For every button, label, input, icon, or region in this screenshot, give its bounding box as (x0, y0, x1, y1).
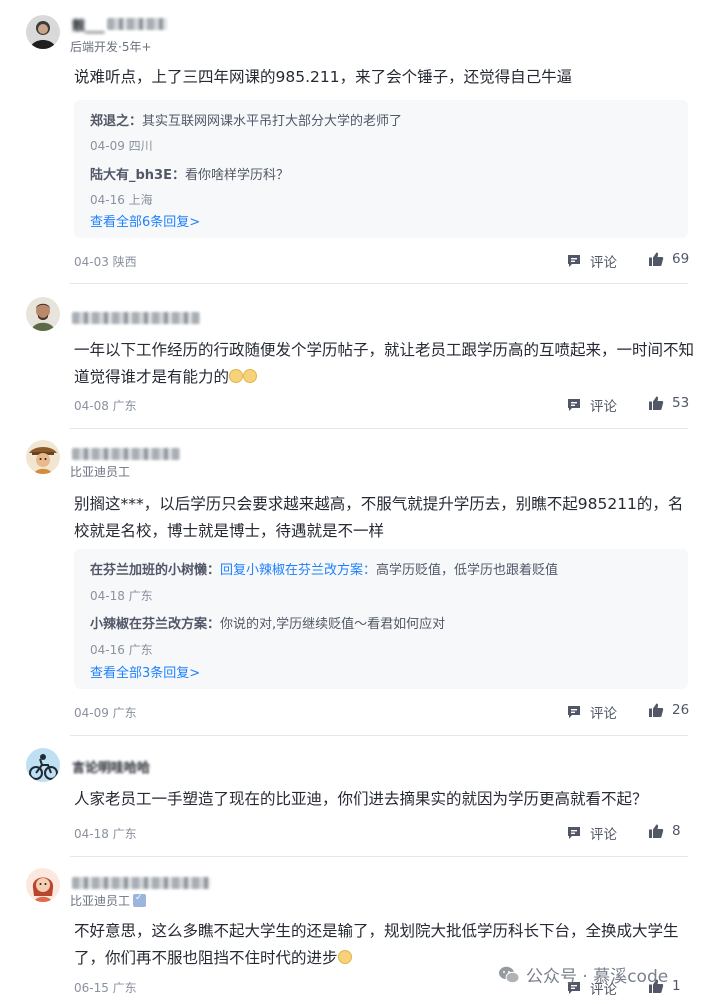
comment-button[interactable]: 评论 (566, 702, 617, 722)
reply-text: 高学历贬值，低学历也跟着贬值 (376, 563, 559, 578)
comment-button[interactable]: 评论 (566, 251, 617, 271)
author-meta: 后端开发·5年+ (70, 40, 152, 54)
username[interactable]: 言论明哇哈哈 (72, 759, 151, 776)
reply-item: 陆大有_bh3E：看你啥样学历科？ (90, 164, 289, 183)
reply-meta: 04-09 四川 (90, 139, 153, 153)
username[interactable] (72, 876, 210, 890)
username-blur (72, 312, 200, 324)
reply-to-link[interactable]: 回复小辣椒在芬兰改方案： (220, 563, 376, 578)
like-button[interactable]: 69 (648, 251, 689, 267)
divider (70, 856, 688, 857)
reply-item: 小辣椒在芬兰改方案：你说的对,学历继续贬值～看君如何应对 (90, 613, 445, 632)
reply-author[interactable]: 在芬兰加班的小树懒： (90, 563, 220, 578)
author-meta-text: 比亚迪员工 (70, 894, 131, 908)
author-meta: 比亚迪员工 (70, 465, 131, 479)
like-button[interactable]: 8 (648, 823, 681, 839)
username-blur (72, 448, 180, 460)
avatar[interactable] (26, 868, 60, 902)
comment-text: 别搁这***，以后学历只会要求越来越高，不服气就提升学历去，别瞧不起985211… (74, 495, 684, 540)
comment-date-location: 04-03 陕西 (74, 255, 137, 269)
like-count: 26 (672, 702, 690, 718)
comment-label: 评论 (590, 827, 617, 843)
like-count: 8 (672, 823, 681, 839)
comment-icon (568, 255, 580, 267)
thumbs-up-icon (649, 824, 664, 838)
like-button[interactable]: 53 (648, 395, 689, 411)
reply-text: 看你啥样学历科？ (185, 168, 290, 183)
comment-text: 说难听点，上了三四年网课的985.211，来了会个锤子，还觉得自己牛逼 (74, 68, 573, 86)
like-count: 1 (672, 978, 681, 994)
comment-label: 评论 (590, 255, 617, 271)
username-blur (72, 877, 210, 889)
comment-text: 一年以下工作经历的行政随便发个学历帖子，就让老员工跟学历高的互喷起来，一时间不知… (74, 337, 694, 391)
view-all-replies-link[interactable]: 查看全部3条回复> (90, 662, 200, 681)
comment-text: 人家老员工一手塑造了现在的比亚迪，你们进去摘果实的就因为学历更高就看不起？ (74, 790, 648, 808)
avatar[interactable] (26, 440, 60, 474)
reply-author[interactable]: 小辣椒在芬兰改方案： (90, 617, 220, 632)
username[interactable]: 靓___ (72, 17, 167, 34)
comment-date-location: 04-18 广东 (74, 827, 137, 841)
emoji-icon (243, 369, 258, 383)
comment-date-location: 06-15 广东 (74, 981, 137, 995)
comment-date-location: 04-09 广东 (74, 706, 137, 720)
thumbs-up-icon (649, 396, 664, 410)
reply-box: 郑退之：其实互联网网课水平吊打大部分大学的老师了 04-09 四川 陆大有_bh… (74, 100, 688, 238)
emoji-icon (337, 950, 352, 964)
reply-author[interactable]: 陆大有_bh3E： (90, 168, 185, 183)
wechat-icon (499, 966, 520, 983)
watermark-text: 公众号 · 慕溪code (526, 967, 669, 987)
view-all-replies-link[interactable]: 查看全部6条回复> (90, 211, 200, 230)
reply-box: 在芬兰加班的小树懒：回复小辣椒在芬兰改方案：高学历贬值，低学历也跟着贬值 04-… (74, 549, 688, 689)
thumbs-up-icon (649, 252, 664, 266)
avatar[interactable] (26, 297, 60, 331)
avatar[interactable] (26, 748, 60, 782)
like-button[interactable]: 26 (648, 702, 689, 718)
reply-text: 其实互联网网课水平吊打大部分大学的老师了 (142, 114, 403, 129)
reply-meta: 04-16 上海 (90, 193, 153, 207)
comment-label: 评论 (590, 706, 617, 722)
divider (70, 735, 688, 736)
reply-text: 你说的对,学历继续贬值～看君如何应对 (220, 617, 446, 632)
verified-icon (133, 893, 147, 907)
comment-icon (568, 399, 580, 411)
username[interactable] (72, 447, 180, 461)
username-text: 言论明哇哈哈 (72, 760, 151, 776)
reply-meta: 04-18 广东 (90, 589, 153, 603)
comment-button[interactable]: 评论 (566, 823, 617, 843)
reply-author[interactable]: 郑退之： (90, 114, 142, 129)
username-text: 靓___ (72, 18, 105, 34)
comment-text-content: 一年以下工作经历的行政随便发个学历帖子，就让老员工跟学历高的互喷起来，一时间不知… (74, 341, 695, 386)
comment-icon (568, 706, 580, 718)
divider (70, 428, 688, 429)
watermark: 公众号 · 慕溪code (498, 962, 668, 987)
comment-text-content: 不好意思，这么多瞧不起大学生的还是输了，规划院大批低学历科长下台，全换成大学生了… (74, 922, 679, 967)
like-count: 69 (672, 251, 690, 267)
emoji-icon (229, 369, 244, 383)
avatar[interactable] (26, 15, 60, 49)
author-meta: 比亚迪员工 (70, 892, 147, 909)
reply-item: 在芬兰加班的小树懒：回复小辣椒在芬兰改方案：高学历贬值，低学历也跟着贬值 (90, 559, 558, 578)
divider (70, 283, 688, 284)
reply-item: 郑退之：其实互联网网课水平吊打大部分大学的老师了 (90, 110, 402, 129)
username[interactable] (72, 311, 200, 325)
comment-icon (568, 827, 580, 839)
comment-button[interactable]: 评论 (566, 395, 617, 415)
username-blur (106, 18, 167, 30)
thumbs-up-icon (649, 703, 664, 717)
like-count: 53 (672, 395, 690, 411)
comment-label: 评论 (590, 399, 617, 415)
reply-meta: 04-16 广东 (90, 643, 153, 657)
comment-date-location: 04-08 广东 (74, 399, 137, 413)
